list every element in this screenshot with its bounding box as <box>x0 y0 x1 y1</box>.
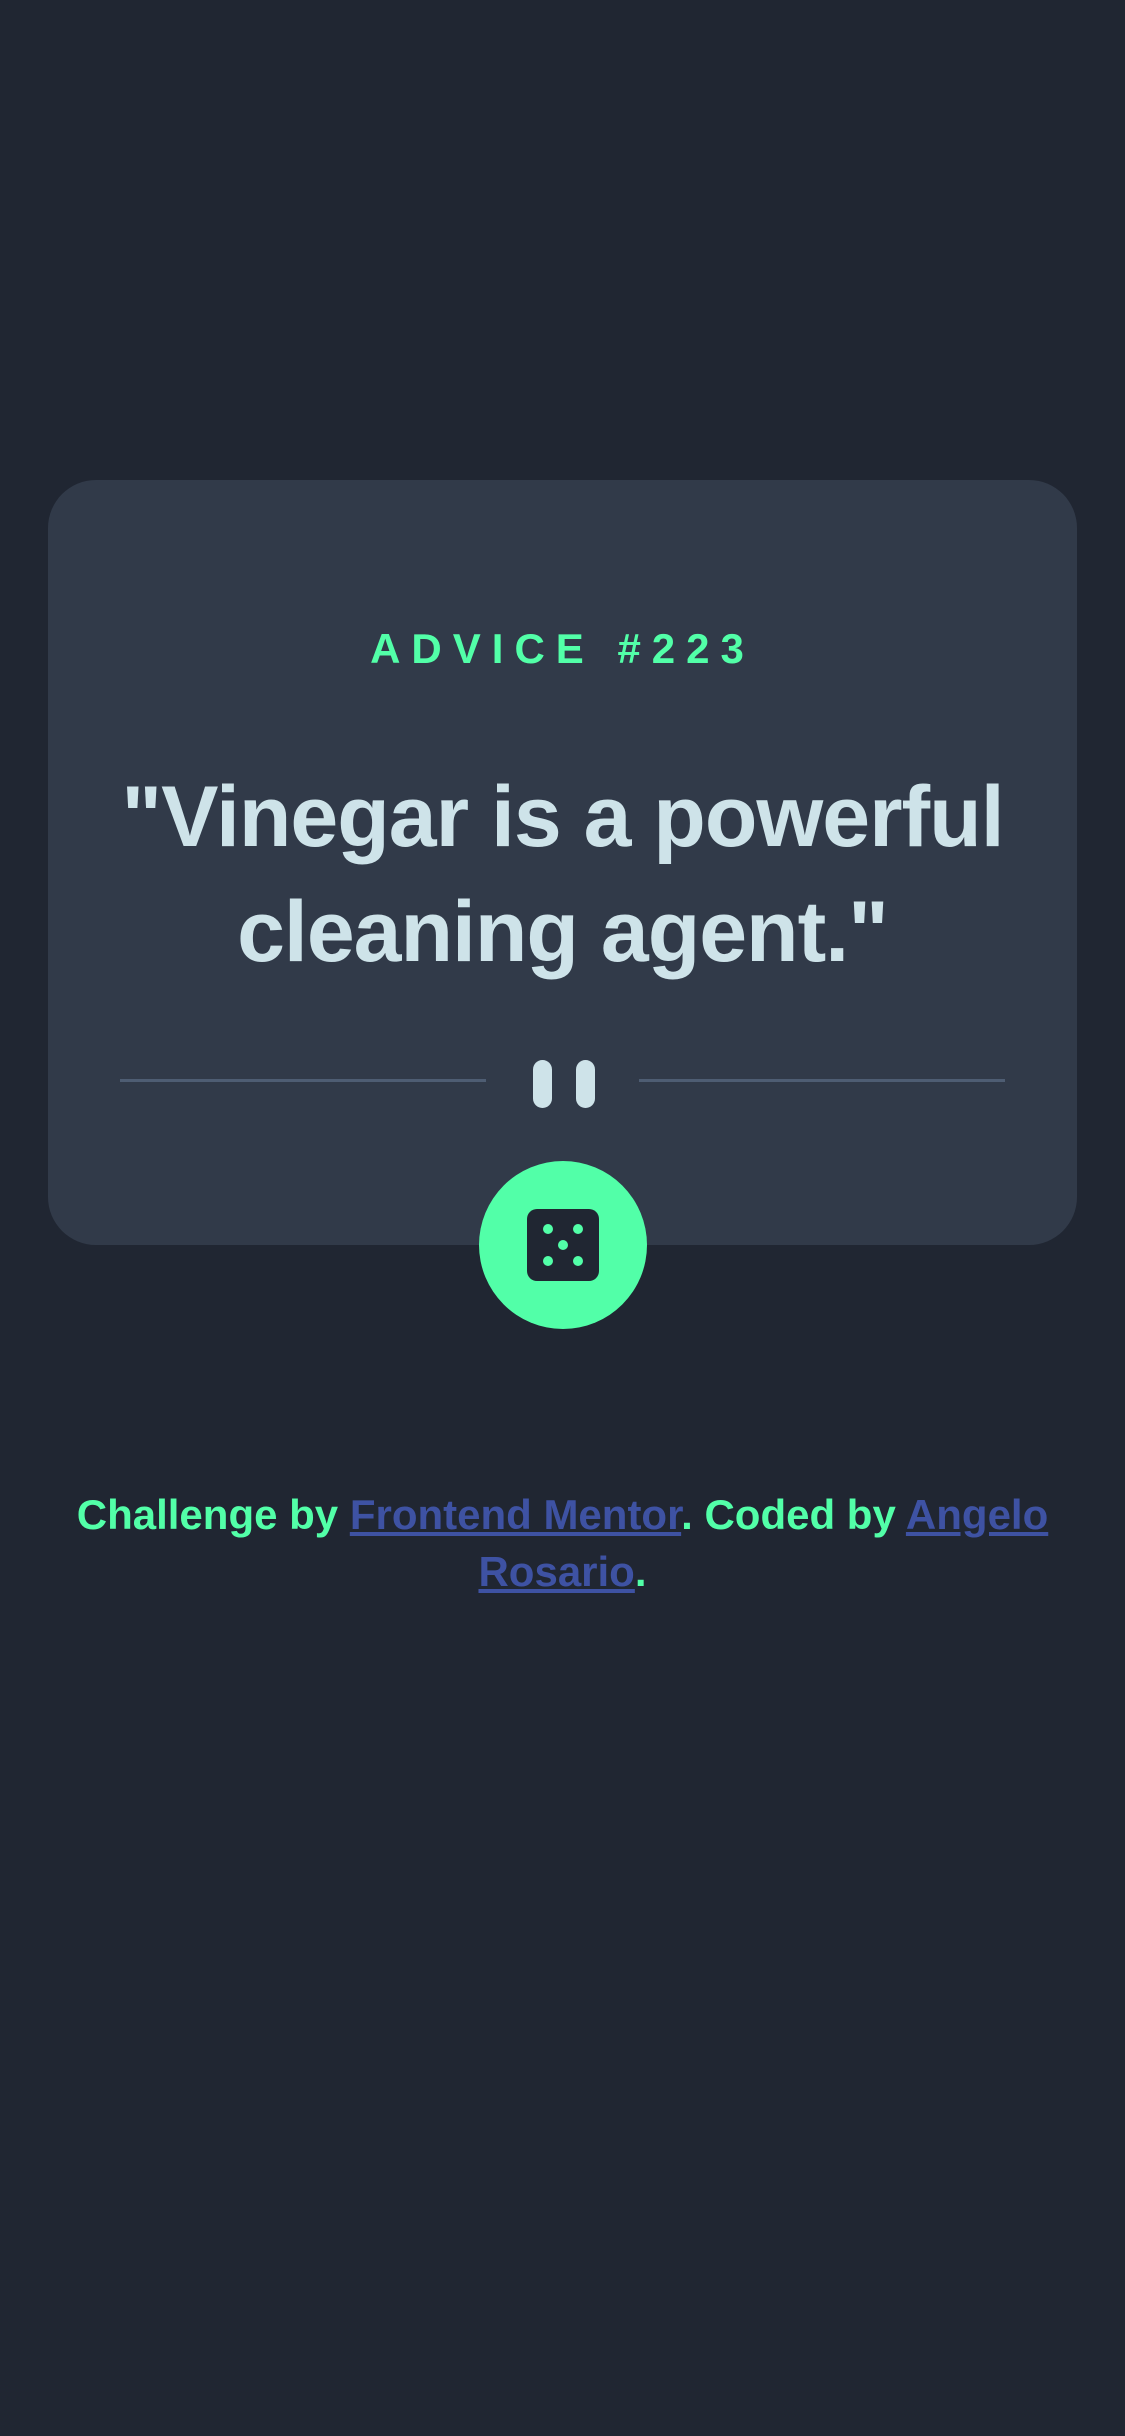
dice-icon <box>527 1209 599 1281</box>
pause-bar-left <box>532 1060 552 1108</box>
pause-icon <box>532 1060 595 1108</box>
frontend-mentor-link[interactable]: Frontend Mentor <box>350 1491 681 1538</box>
divider-line-left <box>120 1079 486 1082</box>
new-advice-button[interactable] <box>479 1161 647 1329</box>
advice-card: ADVICE #223 "Vinegar is a powerful clean… <box>48 480 1077 1245</box>
pause-bar-right <box>575 1060 595 1108</box>
divider-line-right <box>639 1079 1005 1082</box>
attribution-challenge-text: Challenge by <box>76 1491 350 1538</box>
attribution-coded-text: . Coded by <box>681 1491 906 1538</box>
attribution: Challenge by Frontend Mentor. Coded by A… <box>40 1486 1085 1600</box>
pattern-divider <box>120 1060 1005 1108</box>
attribution-period: . <box>634 1548 647 1595</box>
advice-quote: "Vinegar is a powerful cleaning agent." <box>121 769 1004 980</box>
advice-number-label: ADVICE #223 <box>370 625 755 672</box>
